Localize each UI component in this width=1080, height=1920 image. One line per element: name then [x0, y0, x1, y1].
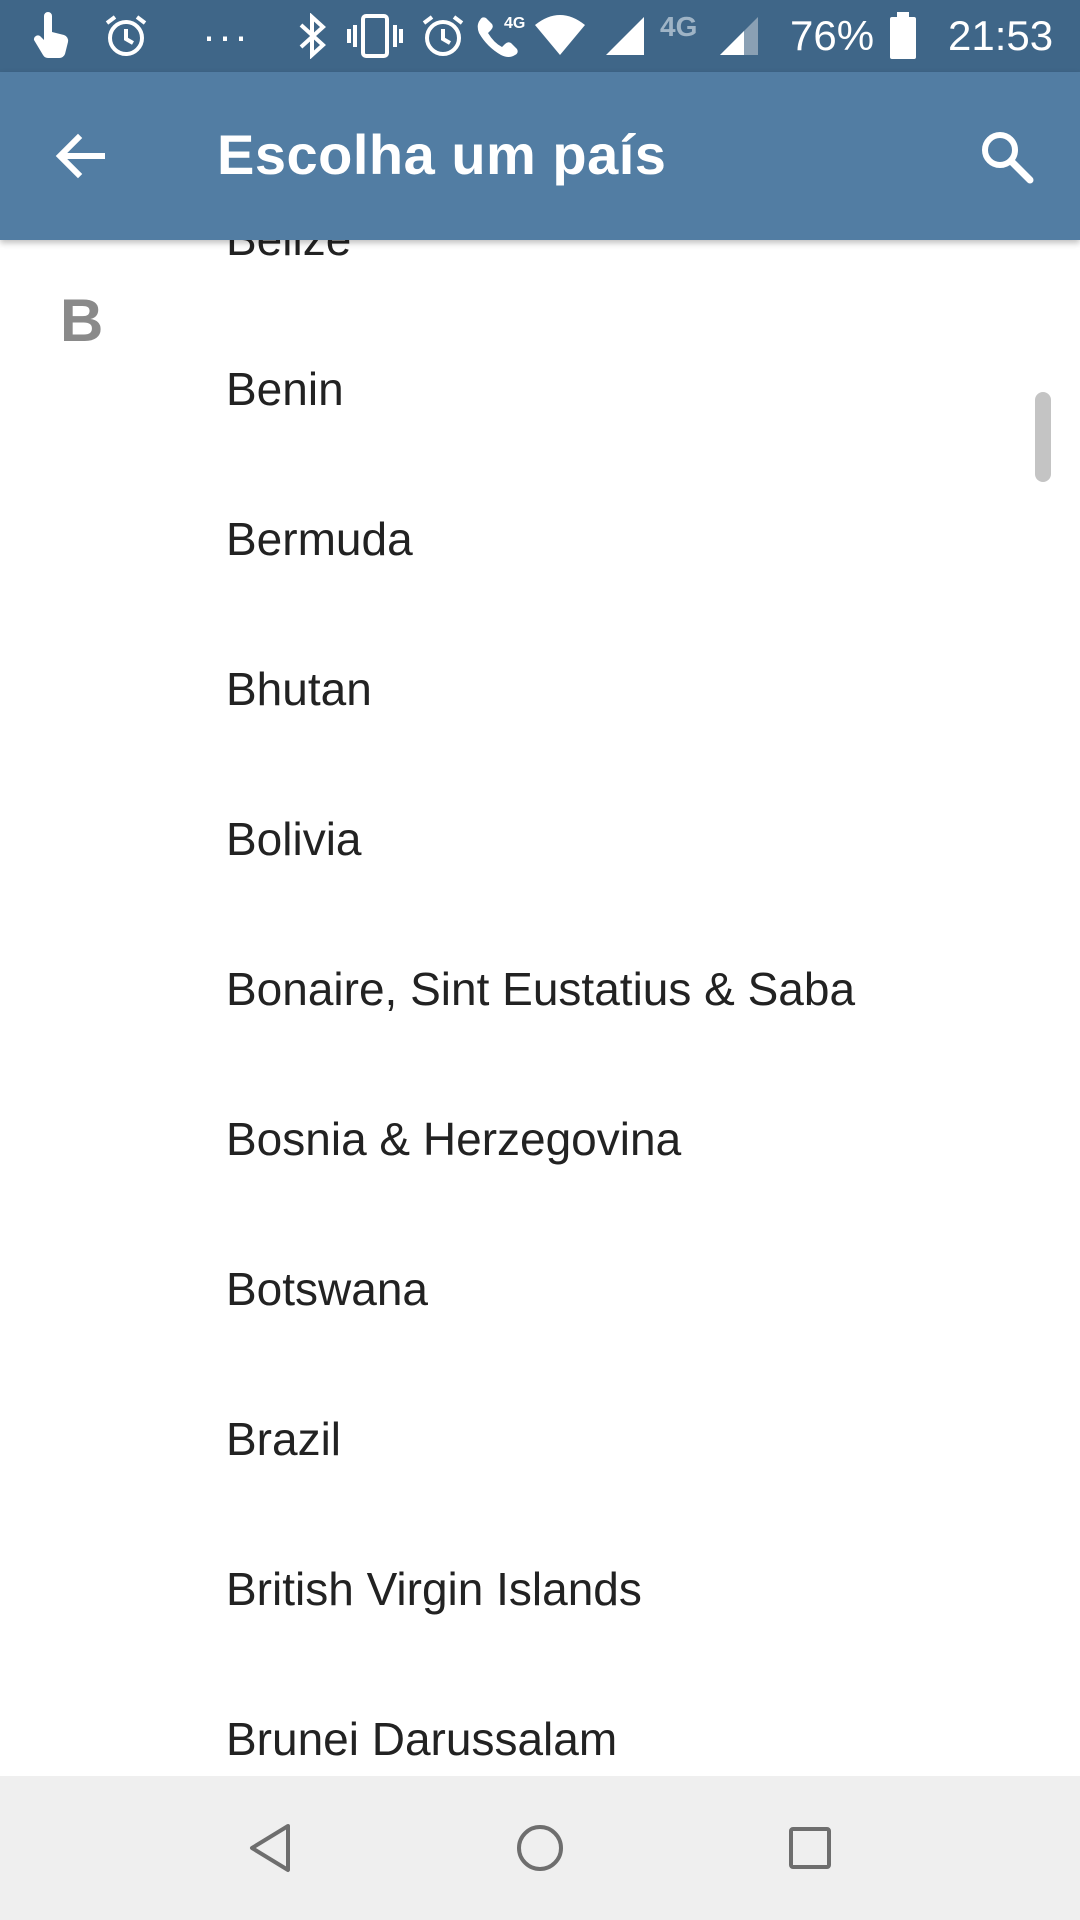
alarm-icon	[418, 10, 468, 62]
arrow-back-icon	[55, 133, 105, 179]
home-button[interactable]	[490, 1798, 590, 1898]
country-name: Botswana	[226, 1263, 429, 1315]
country-name: Belize	[226, 240, 351, 266]
country-name: Bhutan	[226, 663, 372, 715]
battery-percent: 76%	[790, 12, 875, 59]
battery-icon	[886, 10, 920, 62]
country-item[interactable]: Bhutan	[0, 612, 1080, 762]
notification-overflow: ···	[202, 12, 250, 59]
scrollbar-thumb[interactable]	[1035, 392, 1051, 482]
country-name: Brazil	[226, 1413, 342, 1465]
network-label: 4G	[504, 15, 525, 32]
clock: 21:53	[948, 12, 1054, 59]
country-item[interactable]: Brunei Darussalam	[0, 1662, 1080, 1776]
country-name: Bosnia & Herzegovina	[226, 1113, 682, 1165]
country-item[interactable]: British Virgin Islands	[0, 1512, 1080, 1662]
navigation-bar	[0, 1776, 1080, 1920]
country-item[interactable]: Bosnia & Herzegovina	[0, 1062, 1080, 1212]
touch-icon	[28, 10, 76, 62]
app-bar: Escolha um país	[0, 72, 1080, 240]
alarm-icon	[100, 10, 152, 62]
home-icon	[517, 1825, 563, 1871]
country-list-viewport[interactable]: B Belize Benin Bermuda Bhutan Bolivia Bo…	[0, 240, 1080, 1776]
recents-icon	[789, 1827, 831, 1869]
nav-back-button[interactable]	[220, 1798, 320, 1898]
search-icon	[982, 132, 1034, 184]
country-item[interactable]: Bonaire, Sint Eustatius & Saba	[0, 912, 1080, 1062]
country-item[interactable]: Bolivia	[0, 762, 1080, 912]
country-name: Bermuda	[226, 513, 413, 565]
country-item[interactable]: Benin	[0, 312, 1080, 462]
network-label-secondary: 4G	[660, 11, 698, 42]
signal-icon	[602, 10, 648, 62]
country-item[interactable]: Brazil	[0, 1362, 1080, 1512]
country-list: Belize Benin Bermuda Bhutan Bolivia Bona…	[0, 240, 1080, 1776]
country-name: Brunei Darussalam	[226, 1713, 618, 1765]
volte-call-icon: 4G	[474, 10, 526, 62]
country-item[interactable]: Belize	[0, 240, 1080, 312]
nav-back-icon	[250, 1824, 290, 1872]
country-name: Bonaire, Sint Eustatius & Saba	[226, 963, 856, 1015]
search-button[interactable]	[958, 108, 1054, 204]
status-bar: ··· 4G 4G 76% 21:53	[0, 0, 1080, 72]
country-item[interactable]: Bermuda	[0, 462, 1080, 612]
recents-button[interactable]	[760, 1798, 860, 1898]
country-name: Bolivia	[226, 813, 362, 865]
signal-icon	[716, 10, 762, 62]
country-name: Benin	[226, 363, 344, 415]
country-item[interactable]: Botswana	[0, 1212, 1080, 1362]
back-button[interactable]	[32, 108, 128, 204]
bluetooth-icon	[292, 10, 332, 62]
page-title: Escolha um país	[217, 123, 667, 186]
country-name: British Virgin Islands	[226, 1563, 642, 1615]
wifi-icon	[532, 10, 588, 62]
vibrate-icon	[346, 10, 404, 62]
